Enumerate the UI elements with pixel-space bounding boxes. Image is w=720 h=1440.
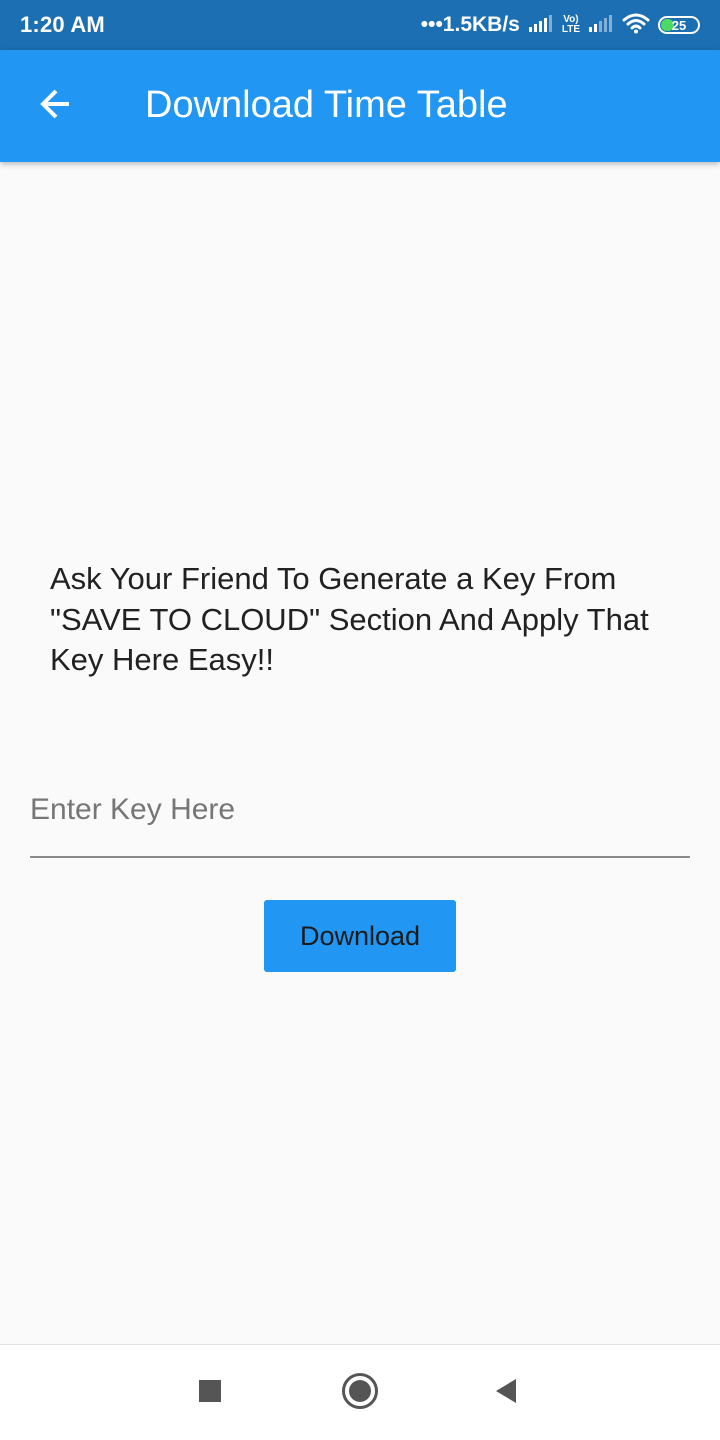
circle-home-icon <box>341 1372 379 1415</box>
wifi-icon <box>622 12 650 39</box>
home-button[interactable] <box>336 1369 384 1417</box>
download-button[interactable]: Download <box>264 900 456 972</box>
cell-signal-2-icon <box>588 13 614 38</box>
network-speed: •••1.5KB/s <box>420 13 520 36</box>
status-icons: •••1.5KB/s Vo) LTE 25 <box>421 10 700 40</box>
key-field <box>30 770 690 858</box>
cell-signal-icon <box>528 13 554 38</box>
system-back-button[interactable] <box>482 1369 530 1417</box>
status-time: 1:20 AM <box>20 12 105 37</box>
battery-level: 25 <box>671 17 687 33</box>
volte-lte-icon: Vo) LTE <box>561 14 580 35</box>
back-button[interactable] <box>28 78 84 134</box>
arrow-left-icon <box>38 86 74 127</box>
status-bar: 1:20 AM •••1.5KB/s Vo) LTE 25 <box>0 0 720 50</box>
battery-icon: 25 <box>658 16 700 34</box>
instruction-text: Ask Your Friend To Generate a Key From "… <box>50 561 649 677</box>
key-input[interactable] <box>30 780 690 840</box>
page-title: Download Time Table <box>145 84 508 126</box>
square-icon <box>198 1379 222 1408</box>
triangle-back-icon <box>492 1377 520 1410</box>
navigation-bar <box>0 1344 720 1440</box>
app-bar: Download Time Table <box>0 50 720 162</box>
recents-button[interactable] <box>186 1369 234 1417</box>
